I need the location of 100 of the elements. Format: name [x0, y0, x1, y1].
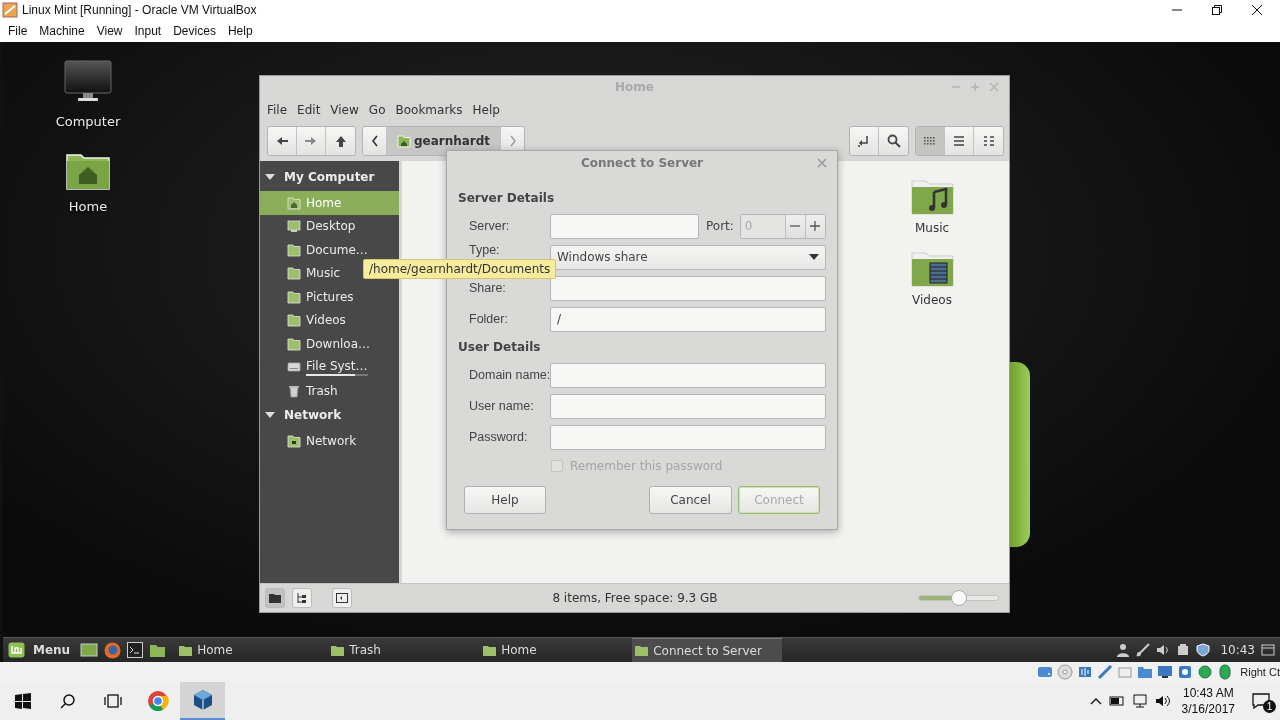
volume-icon[interactable] — [1156, 643, 1171, 657]
notification-button[interactable]: 1 — [1252, 690, 1274, 712]
home-folder-icon — [287, 195, 301, 210]
menu-item[interactable]: Input — [128, 24, 168, 38]
text-field[interactable] — [550, 393, 826, 419]
view-mode-button[interactable] — [974, 127, 1003, 155]
folder-icon — [483, 644, 497, 656]
section-header[interactable]: Network — [260, 402, 399, 428]
sidebar-mode-button[interactable] — [265, 588, 285, 608]
menu-item[interactable]: Machine — [33, 24, 91, 38]
close-icon[interactable] — [1252, 5, 1262, 15]
menu-item[interactable]: File — [2, 24, 34, 38]
file-label: Music — [914, 221, 950, 235]
home-folder-icon — [396, 134, 411, 148]
menu-item[interactable]: Help — [221, 24, 259, 38]
restore-icon[interactable] — [1212, 5, 1222, 15]
window-icon[interactable] — [1261, 644, 1275, 656]
folder-icon — [179, 644, 193, 656]
menu-button[interactable]: Menu — [8, 642, 81, 658]
volume-icon[interactable] — [1154, 694, 1171, 708]
browser-icon[interactable] — [104, 641, 122, 659]
terminal-icon[interactable] — [127, 642, 144, 658]
menu-item[interactable]: View — [90, 24, 129, 38]
window-button[interactable]: Connect to Server — [632, 638, 783, 662]
up-arrow-button[interactable] — [326, 127, 355, 155]
slider-thumb[interactable] — [950, 590, 967, 606]
back-arrow-icon — [275, 134, 289, 148]
menu-item[interactable]: Help — [467, 102, 505, 117]
menu-item[interactable]: Bookmarks — [390, 102, 468, 117]
host-key-label: Right Ct — [1240, 666, 1280, 678]
increment-button[interactable] — [805, 214, 825, 238]
folder-icon — [287, 266, 301, 281]
back-arrow-button[interactable] — [268, 127, 297, 155]
field-label: Port: — [706, 219, 734, 233]
scroll-left-button[interactable] — [363, 127, 387, 155]
chevron-up-icon[interactable] — [1089, 697, 1102, 705]
menu-item[interactable]: Devices — [167, 24, 222, 38]
sidebar-item[interactable]: Trash — [260, 379, 399, 403]
server-field[interactable] — [550, 213, 699, 239]
user-icon[interactable] — [1116, 643, 1131, 657]
folder-icon — [331, 644, 345, 656]
text-field[interactable] — [550, 275, 826, 301]
menu-item[interactable]: Go — [363, 102, 391, 117]
zoom-slider[interactable] — [918, 590, 999, 606]
icon-label: Home — [68, 199, 108, 214]
window-button[interactable]: Trash — [328, 638, 479, 662]
collapse-triangle-icon — [265, 410, 275, 420]
dialog-button[interactable]: Help — [464, 486, 546, 514]
network-folder-icon — [287, 434, 301, 449]
menu-item[interactable]: File — [262, 102, 293, 117]
sidebar-mode-button[interactable] — [292, 588, 312, 608]
sidebar-item[interactable]: Downloa… — [260, 332, 399, 356]
browser-icon — [146, 690, 169, 712]
status-text: 8 items, Free space: 9.3 GB — [552, 591, 718, 605]
sidebar-item[interactable]: Network — [260, 429, 399, 453]
taskbar-app-button[interactable] — [180, 682, 225, 720]
decrement-button[interactable] — [785, 214, 806, 238]
sidebar-item[interactable]: Pictures — [260, 285, 399, 309]
sidebar-item[interactable]: File Syst… — [260, 355, 399, 379]
clock[interactable]: 10:43 AM 3/16/2017 — [1181, 685, 1235, 717]
sidebar-item[interactable]: Docume… — [260, 238, 399, 262]
text-field[interactable] — [550, 362, 826, 388]
type-dropdown[interactable]: Windows share — [550, 244, 826, 270]
battery-icon[interactable] — [1108, 695, 1125, 707]
view-mode-button[interactable] — [945, 127, 974, 155]
chevron-right-icon — [508, 135, 517, 147]
collapse-triangle-icon — [265, 171, 275, 182]
folder-icon[interactable] — [149, 642, 167, 658]
menu-item[interactable]: Edit — [292, 102, 326, 117]
icon-label: Computer — [55, 114, 121, 129]
window-button[interactable]: Home — [480, 638, 631, 662]
forward-arrow-icon — [304, 134, 318, 148]
path-button[interactable]: gearnhardt — [387, 127, 501, 155]
sidebar-item[interactable]: Videos — [260, 308, 399, 332]
show-desktop-icon[interactable] — [80, 642, 99, 658]
optical-disc-icon — [1057, 664, 1074, 680]
list-icon — [953, 135, 965, 147]
section-heading: User Details — [458, 339, 542, 355]
dialog-title: Connect to Server — [580, 156, 703, 170]
text-field[interactable] — [550, 424, 826, 450]
music-folder-icon — [910, 178, 954, 215]
dialog-button[interactable]: Cancel — [649, 486, 732, 514]
drive-icon — [287, 360, 301, 375]
text-field[interactable]: / — [550, 306, 826, 332]
shield-icon[interactable] — [1196, 643, 1211, 657]
window-button[interactable]: Home — [176, 638, 327, 662]
chevron-left-icon — [370, 135, 379, 147]
menu-item[interactable]: View — [325, 102, 364, 117]
compact-list-icon — [982, 135, 995, 147]
toggle-sidebar-button[interactable] — [332, 588, 352, 608]
location-toggle-button[interactable] — [850, 127, 879, 155]
search-button[interactable] — [879, 127, 908, 155]
clock: 10:43 — [1220, 643, 1255, 657]
sidebar-item[interactable]: Desktop — [260, 214, 399, 238]
grid-icon — [923, 135, 937, 147]
section-header[interactable]: My Computer — [260, 164, 399, 189]
sidebar-panel-icon — [336, 593, 348, 603]
field-label: Password: — [469, 430, 529, 444]
window-title: Linux Mint [Running] - Oracle VM VirtualBox — [22, 3, 257, 17]
tree-icon — [296, 592, 308, 604]
